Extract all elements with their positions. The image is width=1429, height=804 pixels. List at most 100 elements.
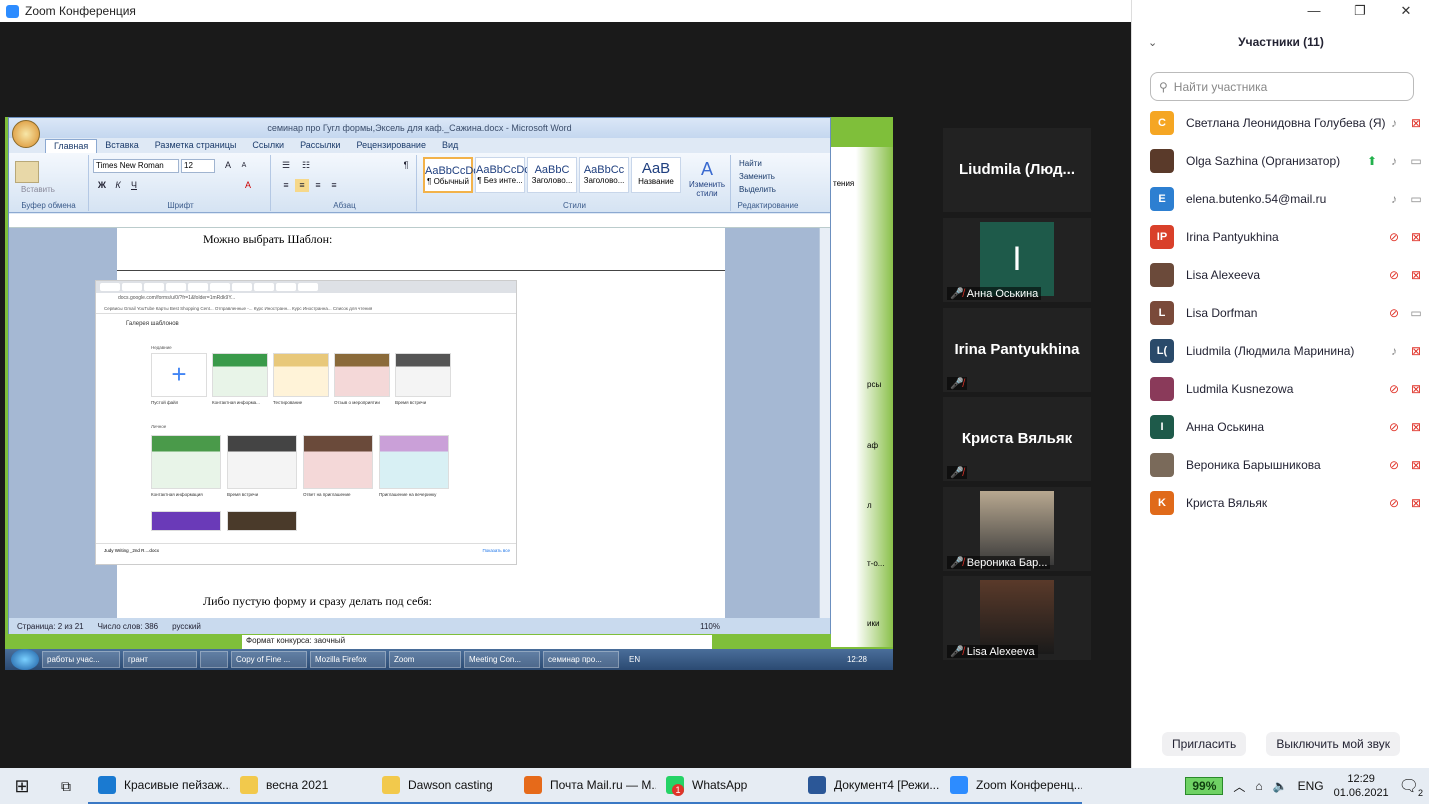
chevron-up-icon[interactable]: ︿ [1233,778,1245,795]
volume-icon[interactable]: 🔈 [1273,779,1288,793]
status-words[interactable]: Число слов: 386 [98,622,158,631]
align-center-icon[interactable]: ≡ [295,179,309,192]
participant-row[interactable]: K Криста Вяльяк ⊘ ⊠ [1132,484,1429,522]
template-card[interactable] [379,435,449,489]
mute-self-button[interactable]: Выключить мой звук [1266,732,1400,756]
inner-lang[interactable]: EN [629,655,640,664]
participant-row[interactable]: I Анна Оськина ⊘ ⊠ [1132,408,1429,446]
ruler[interactable] [9,214,830,228]
video-off-icon[interactable]: ⊠ [1408,268,1424,282]
tab-insert[interactable]: Вставка [97,139,146,153]
video-off-icon[interactable]: ⊠ [1408,496,1424,510]
status-lang[interactable]: русский [172,622,201,631]
template-card[interactable] [212,353,268,397]
select-button[interactable]: Выделить [739,183,776,196]
video-tile[interactable]: 🎤̸ Lisa Alexeeva [943,576,1091,660]
tab-view[interactable]: Вид [434,139,466,153]
video-tile[interactable]: Liudmila (Люд... [943,128,1091,212]
video-off-icon[interactable]: ⊠ [1408,116,1424,130]
bullets-icon[interactable]: ☰ [279,159,293,172]
inner-task[interactable] [200,651,228,668]
status-zoom[interactable]: 110% [700,622,720,631]
mic-muted-icon[interactable]: ⊘ [1386,496,1402,510]
style-heading1[interactable]: AaBbC Заголово... [527,157,577,193]
tab-home[interactable]: Главная [45,139,98,153]
style-no-spacing[interactable]: AaBbCcDc ¶ Без инте... [475,157,530,193]
change-styles-button[interactable]: A Изменить стили [687,159,727,198]
taskbar-app[interactable]: Почта Mail.ru — M... [514,768,656,804]
template-card[interactable]: + [151,353,207,397]
participant-row[interactable]: Lisa Alexeeva ⊘ ⊠ [1132,256,1429,294]
align-right-icon[interactable]: ≡ [311,179,325,192]
notification-icon[interactable]: 🗨 2 [1399,776,1423,798]
replace-button[interactable]: Заменить [739,170,776,183]
justify-icon[interactable]: ≡ [327,179,341,192]
office-button[interactable] [12,120,40,148]
mic-icon[interactable]: ♪ [1386,154,1402,168]
minimize-icon[interactable]: — [1291,0,1337,22]
video-off-icon[interactable]: ⊠ [1408,420,1424,434]
find-button[interactable]: Найти [739,157,776,170]
taskbar-app[interactable]: весна 2021 [230,768,372,804]
inner-task[interactable]: грант [123,651,197,668]
start-orb-icon[interactable] [11,649,39,670]
participant-row[interactable]: IP Irina Pantyukhina ⊘ ⊠ [1132,218,1429,256]
template-card[interactable] [334,353,390,397]
style-normal[interactable]: AaBbCcDc ¶ Обычный [423,157,479,193]
template-card[interactable] [151,435,221,489]
video-icon[interactable]: ▭ [1408,192,1424,206]
video-icon[interactable]: ▭ [1408,306,1424,320]
font-color-icon[interactable]: A [241,179,255,192]
mic-muted-icon[interactable]: ⊘ [1386,268,1402,282]
participant-row[interactable]: Вероника Барышникова ⊘ ⊠ [1132,446,1429,484]
paste-label[interactable]: Вставить [21,185,55,194]
template-card[interactable] [227,435,297,489]
video-off-icon[interactable]: ⊠ [1408,344,1424,358]
search-input[interactable]: ⚲ Найти участника [1150,72,1414,101]
style-heading2[interactable]: AaBbCc Заголово... [579,157,629,193]
video-off-icon[interactable]: ⊠ [1408,382,1424,396]
template-card[interactable] [303,435,373,489]
participant-row[interactable]: L(Liudmila (Людмила Маринина) ♪ ⊠ [1132,332,1429,370]
numbering-icon[interactable]: ☷ [299,159,313,172]
inner-task[interactable]: Zoom [389,651,461,668]
download-item[interactable]: Judy Writing _2nd R....docx [104,548,159,561]
inner-task[interactable]: работы учас... [42,651,120,668]
battery-indicator[interactable]: 99% [1185,777,1224,795]
inner-task[interactable]: Copy of Fine ... [231,651,307,668]
taskbar-app[interactable]: Документ4 [Режи... [798,768,940,804]
taskbar-app[interactable]: Красивые пейзаж... [88,768,230,804]
video-tile[interactable]: 🎤̸ Вероника Бар... [943,487,1091,571]
tab-references[interactable]: Ссылки [244,139,292,153]
taskbar-app[interactable]: Zoom Конференц... [940,768,1082,804]
participant-row[interactable]: С Светлана Леонидовна Голубева (Я) ♪ ⊠ [1132,104,1429,142]
mic-icon[interactable]: ♪ [1386,192,1402,206]
video-off-icon[interactable]: ⊠ [1408,458,1424,472]
tab-layout[interactable]: Разметка страницы [147,139,245,153]
participant-row[interactable]: Olga Sazhina (Организатор) ⬆ ♪ ▭ [1132,142,1429,180]
paste-icon[interactable] [15,161,39,183]
mic-muted-icon[interactable]: ⊘ [1386,382,1402,396]
grow-font-icon[interactable]: A [221,159,235,172]
maximize-icon[interactable]: ❐ [1337,0,1383,22]
template-card[interactable] [395,353,451,397]
inner-task[interactable]: семинар про... [543,651,619,668]
font-name-box[interactable]: Times New Roman [93,159,179,173]
bold-icon[interactable]: Ж [95,179,109,192]
task-view-icon[interactable]: ⧉ [44,768,88,804]
video-tile[interactable]: Криста Вяльяк 🎤̸ [943,397,1091,481]
pilcrow-icon[interactable]: ¶ [399,159,413,172]
mic-icon[interactable]: ♪ [1386,344,1402,358]
shrink-font-icon[interactable]: A [237,159,251,172]
participant-row[interactable]: Ludmila Kusnezowa ⊘ ⊠ [1132,370,1429,408]
inner-task[interactable]: Mozilla Firefox [310,651,386,668]
participant-row[interactable]: L Lisa Dorfman ⊘ ▭ [1132,294,1429,332]
video-icon[interactable]: ▭ [1408,154,1424,168]
taskbar-app[interactable]: Dawson casting [372,768,514,804]
inner-task[interactable]: Meeting Con... [464,651,540,668]
template-card[interactable] [227,511,297,531]
status-page[interactable]: Страница: 2 из 21 [17,622,84,631]
style-title[interactable]: AaB Название [631,157,681,193]
mic-muted-icon[interactable]: ⊘ [1386,306,1402,320]
invite-button[interactable]: Пригласить [1162,732,1247,756]
